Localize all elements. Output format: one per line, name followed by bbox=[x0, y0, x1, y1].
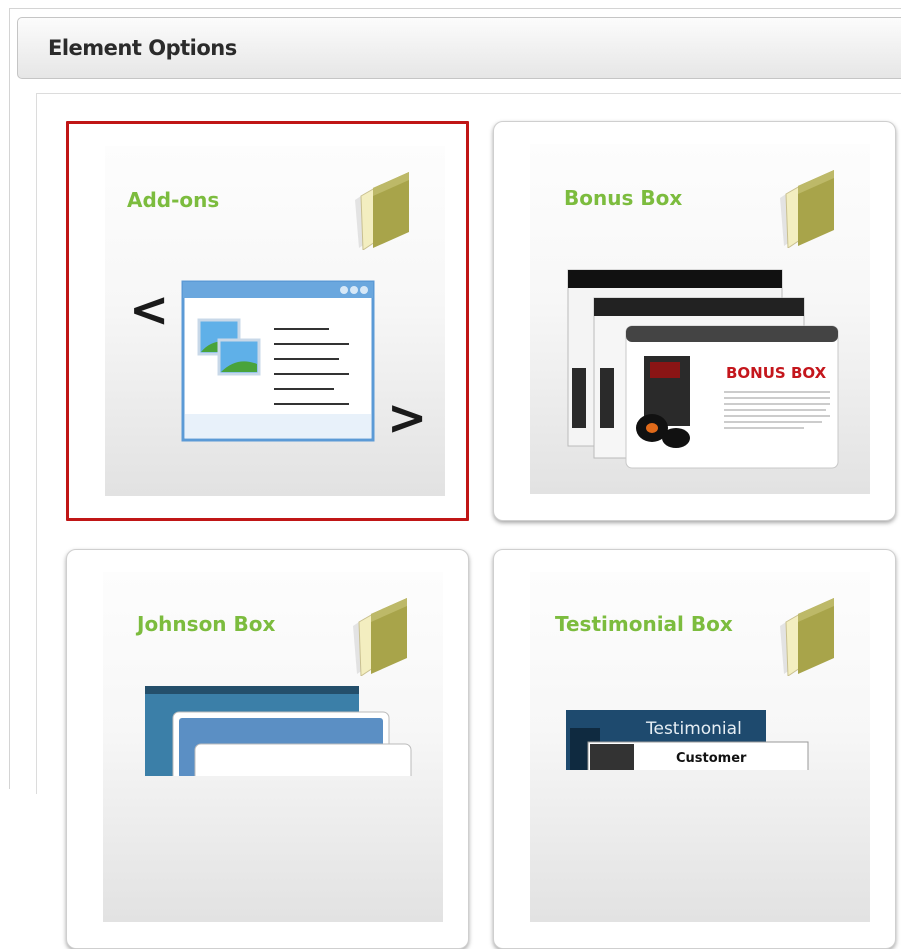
page-title: Element Options bbox=[48, 36, 237, 60]
folder-icon bbox=[780, 170, 834, 248]
element-card-addons[interactable]: Add-ons < > bbox=[66, 121, 469, 521]
addons-preview: < > bbox=[129, 280, 427, 446]
testimonial-preview-subheading: Customer bbox=[676, 751, 747, 766]
card-title: Johnson Box bbox=[137, 612, 276, 636]
header-bar: Element Options bbox=[17, 17, 901, 79]
card-title: Add-ons bbox=[127, 188, 220, 212]
chevron-right-icon: > bbox=[387, 390, 427, 446]
bonus-box-preview-heading: BONUS BOX bbox=[726, 364, 827, 382]
folder-icon bbox=[355, 172, 409, 250]
element-card-johnson-box[interactable]: Johnson Box bbox=[66, 549, 469, 949]
element-card-bonus-box[interactable]: Bonus Box BONUS BOX bbox=[493, 121, 896, 521]
folder-icon bbox=[780, 598, 834, 676]
bonus-box-preview: BONUS BOX bbox=[567, 269, 839, 469]
window-icon bbox=[181, 280, 375, 442]
card-title: Bonus Box bbox=[564, 186, 683, 210]
testimonial-box-preview: Testimonial Customer bbox=[566, 710, 809, 770]
card-title: Testimonial Box bbox=[555, 612, 733, 636]
folder-icon bbox=[353, 598, 407, 676]
element-card-testimonial-box[interactable]: Testimonial Box Testimonial Customer bbox=[493, 549, 896, 949]
chevron-left-icon: < bbox=[129, 282, 169, 338]
testimonial-preview-heading: Testimonial bbox=[645, 719, 742, 739]
